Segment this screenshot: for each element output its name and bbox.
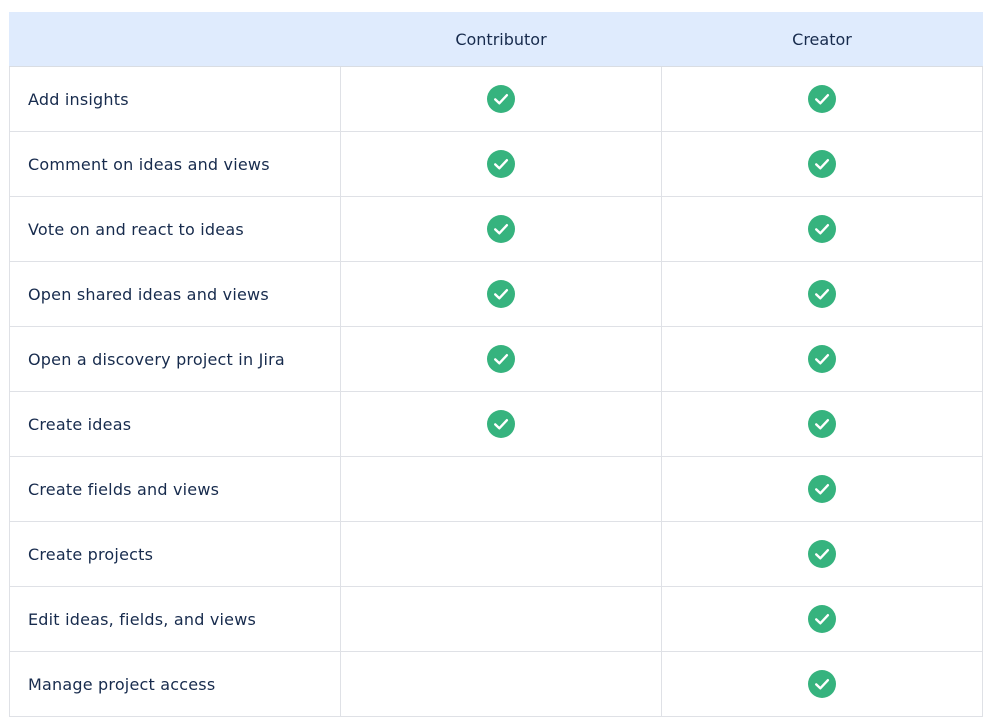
check-circle-icon (808, 150, 836, 178)
feature-label: Vote on and react to ideas (9, 196, 341, 262)
creator-cell (661, 261, 983, 327)
table-row: Create projects (9, 521, 983, 587)
feature-column-header (9, 12, 341, 67)
feature-label: Manage project access (9, 651, 341, 717)
table-row: Open a discovery project in Jira (9, 326, 983, 392)
permissions-table-container: Contributor Creator Add insights Comment… (9, 12, 983, 717)
permissions-table: Contributor Creator Add insights Comment… (9, 12, 983, 717)
creator-cell (661, 326, 983, 392)
check-circle-icon (808, 670, 836, 698)
table-row: Edit ideas, fields, and views (9, 586, 983, 652)
contributor-cell (340, 196, 662, 262)
check-circle-icon (487, 280, 515, 308)
feature-label: Add insights (9, 66, 341, 132)
creator-cell (661, 586, 983, 652)
feature-label: Comment on ideas and views (9, 131, 341, 197)
feature-label: Create projects (9, 521, 341, 587)
check-circle-icon (808, 85, 836, 113)
check-circle-icon (808, 215, 836, 243)
table-row: Add insights (9, 66, 983, 132)
feature-label: Edit ideas, fields, and views (9, 586, 341, 652)
table-row: Create fields and views (9, 456, 983, 522)
creator-cell (661, 521, 983, 587)
table-header: Contributor Creator (9, 12, 983, 67)
contributor-cell (340, 326, 662, 392)
check-circle-icon (487, 345, 515, 373)
feature-label: Create ideas (9, 391, 341, 457)
creator-column-header: Creator (661, 12, 983, 67)
check-circle-icon (808, 605, 836, 633)
creator-cell (661, 196, 983, 262)
feature-label: Create fields and views (9, 456, 341, 522)
check-circle-icon (808, 410, 836, 438)
contributor-cell (340, 66, 662, 132)
creator-cell (661, 66, 983, 132)
check-circle-icon (487, 215, 515, 243)
contributor-cell (340, 131, 662, 197)
contributor-cell (340, 391, 662, 457)
table-row: Vote on and react to ideas (9, 196, 983, 262)
header-row: Contributor Creator (9, 12, 983, 67)
check-circle-icon (487, 85, 515, 113)
feature-label: Open a discovery project in Jira (9, 326, 341, 392)
check-circle-icon (808, 345, 836, 373)
contributor-cell (340, 456, 662, 522)
contributor-column-header: Contributor (340, 12, 662, 67)
creator-cell (661, 131, 983, 197)
table-row: Create ideas (9, 391, 983, 457)
contributor-cell (340, 261, 662, 327)
contributor-cell (340, 521, 662, 587)
check-circle-icon (808, 280, 836, 308)
feature-label: Open shared ideas and views (9, 261, 341, 327)
creator-cell (661, 651, 983, 717)
table-row: Open shared ideas and views (9, 261, 983, 327)
creator-cell (661, 456, 983, 522)
table-row: Comment on ideas and views (9, 131, 983, 197)
table-body: Add insights Comment on ideas and views … (9, 66, 983, 717)
check-circle-icon (808, 540, 836, 568)
creator-cell (661, 391, 983, 457)
table-row: Manage project access (9, 651, 983, 717)
check-circle-icon (487, 150, 515, 178)
check-circle-icon (487, 410, 515, 438)
contributor-cell (340, 586, 662, 652)
contributor-cell (340, 651, 662, 717)
check-circle-icon (808, 475, 836, 503)
